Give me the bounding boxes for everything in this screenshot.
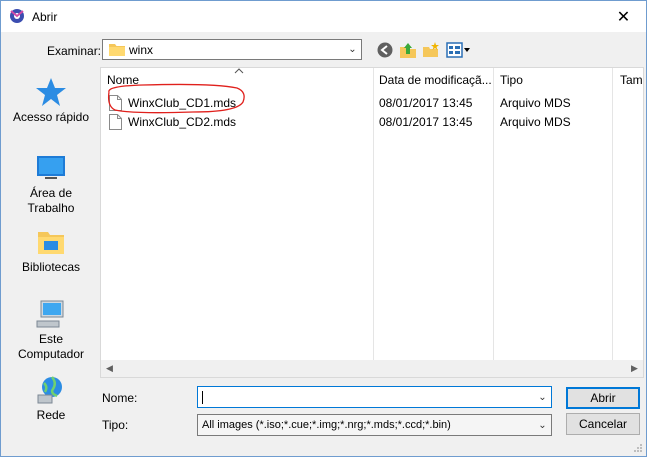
column-header-type[interactable]: Tipo [500, 68, 523, 92]
libraries-icon [38, 232, 64, 254]
title-bar: Abrir ✕ [1, 1, 646, 32]
file-list[interactable]: Nome Data de modificaçã... Tipo Tam Winx… [100, 67, 644, 378]
place-label-line2: Computador [17, 347, 85, 361]
close-icon: ✕ [616, 8, 631, 26]
network-icon [37, 376, 62, 404]
file-type-value: All images (*.iso;*.cue;*.img;*.nrg;*.md… [202, 419, 451, 431]
file-date: 08/01/2017 13:45 [379, 115, 473, 129]
back-icon[interactable] [376, 41, 394, 59]
look-in-label: Examinar: [47, 44, 102, 58]
sort-ascending-icon [234, 68, 244, 74]
scroll-right-icon[interactable]: ▶ [626, 360, 643, 377]
look-in-dropdown[interactable]: winx ⌄ [102, 39, 362, 60]
horizontal-scrollbar[interactable]: ◀ ▶ [101, 360, 643, 377]
place-desktop[interactable]: Área de Trabalho [5, 153, 97, 216]
folder-icon [109, 44, 125, 56]
scroll-left-icon[interactable]: ◀ [101, 360, 118, 377]
desktop-icon [37, 156, 65, 179]
place-label-line1: Área de [29, 186, 73, 200]
close-button[interactable]: ✕ [601, 1, 646, 32]
resize-grip-icon[interactable] [633, 443, 643, 453]
place-label: Rede [36, 408, 66, 422]
chevron-down-icon: ⌄ [348, 44, 357, 55]
up-folder-icon[interactable] [399, 41, 417, 59]
places-bar: Acesso rápido Área de Trabalho Bibliotec… [5, 67, 97, 431]
file-type: Arquivo MDS [500, 96, 571, 110]
place-quick-access[interactable]: Acesso rápido [5, 77, 97, 125]
current-folder-name: winx [129, 43, 154, 57]
file-name-label: Nome: [102, 391, 138, 405]
place-libraries[interactable]: Bibliotecas [5, 227, 97, 275]
open-button[interactable]: Abrir [566, 387, 640, 409]
file-date: 08/01/2017 13:45 [379, 96, 473, 110]
cancel-button[interactable]: Cancelar [566, 413, 640, 435]
star-icon [36, 78, 66, 106]
place-label: Acesso rápido [12, 110, 90, 124]
file-name-input[interactable]: ⌄ [197, 386, 552, 408]
window-title: Abrir [32, 10, 58, 24]
file-type-label: Tipo: [102, 418, 129, 432]
place-this-pc[interactable]: Este Computador [5, 299, 97, 362]
file-type: Arquivo MDS [500, 115, 571, 129]
text-cursor [202, 391, 203, 404]
chevron-down-icon[interactable]: ⌄ [534, 387, 551, 407]
new-folder-icon[interactable] [422, 41, 440, 59]
column-header-date[interactable]: Data de modificaçã... [379, 68, 492, 92]
place-label-line2: Trabalho [27, 201, 75, 215]
file-type-dropdown[interactable]: All images (*.iso;*.cue;*.img;*.nrg;*.md… [197, 414, 552, 436]
place-label-line1: Este [38, 332, 63, 346]
open-file-dialog: Abrir ✕ Examinar: winx ⌄ Acesso rápido Á… [0, 0, 647, 457]
app-icon [10, 9, 24, 23]
place-network[interactable]: Rede [5, 375, 97, 423]
place-label: Bibliotecas [21, 260, 81, 274]
chevron-down-icon: ⌄ [538, 419, 547, 431]
view-menu-icon[interactable] [446, 41, 472, 59]
annotation-ellipse [107, 83, 245, 114]
computer-icon [36, 300, 64, 328]
column-header-size[interactable]: Tam [620, 68, 643, 92]
